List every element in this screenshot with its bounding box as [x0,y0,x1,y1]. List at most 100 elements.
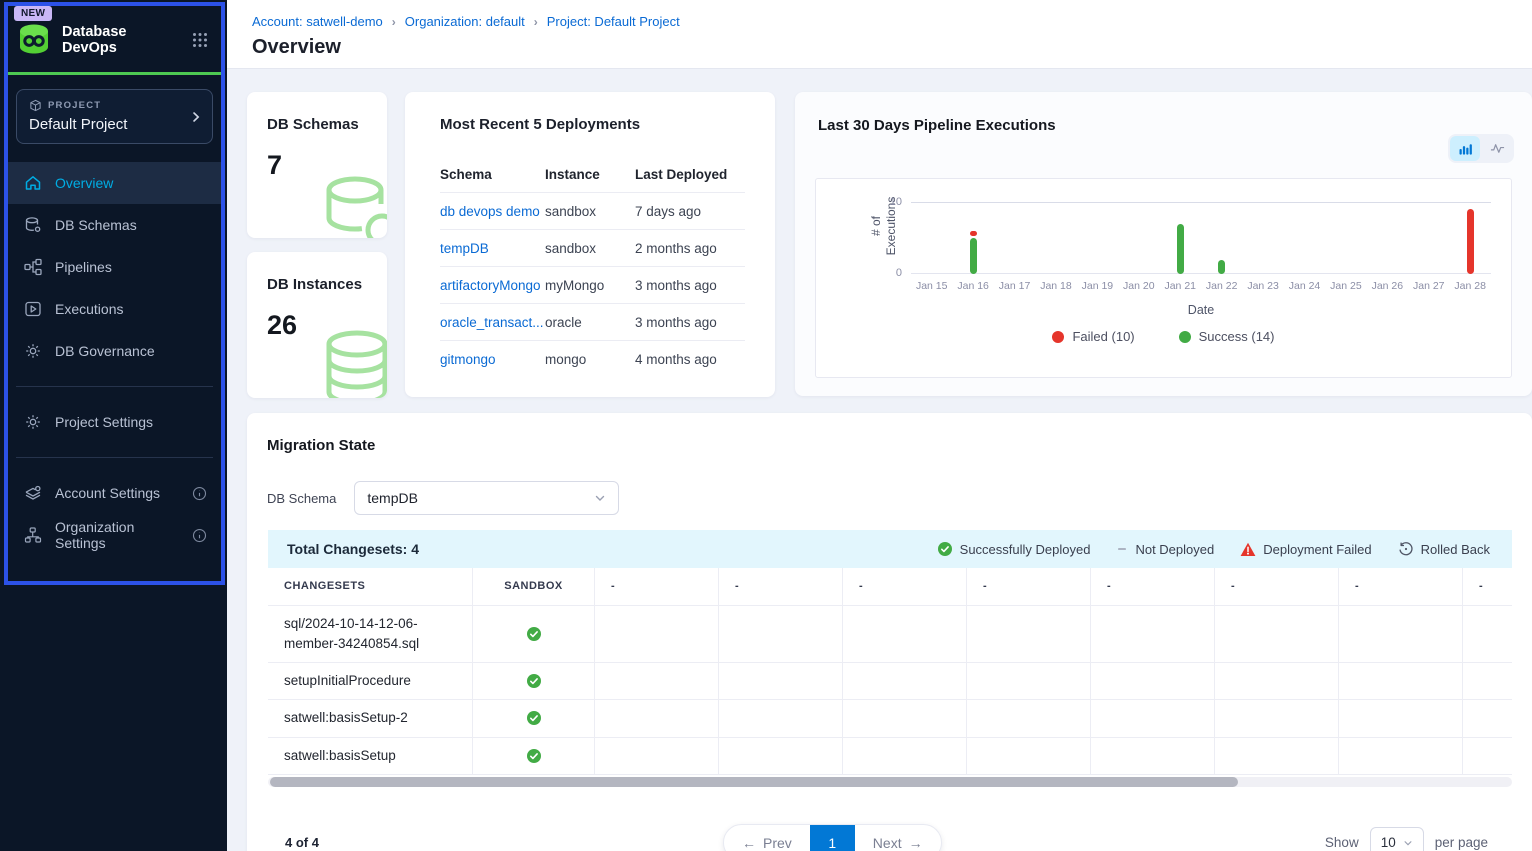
changesets-table: CHANGESETSSANDBOX--------sql/2024-10-14-… [268,568,1512,775]
schema-link[interactable]: oracle_transact... [440,315,545,330]
sidebar-item-label: Pipelines [55,259,112,275]
empty-status-cell [1091,606,1215,663]
total-changesets-label: Total Changesets: 4 [287,541,419,557]
line-chart-toggle-icon[interactable] [1482,136,1512,161]
breadcrumb-link[interactable]: Organization: default [405,14,525,29]
last-deployed-cell: 7 days ago [635,204,745,219]
chart-column-jan-17 [994,202,1035,274]
success-bar[interactable] [1177,224,1184,274]
last-deployed-cell: 3 months ago [635,315,745,330]
status-legend-label: Deployment Failed [1263,542,1371,557]
schema-link[interactable]: tempDB [440,241,545,256]
breadcrumb-link[interactable]: Project: Default Project [547,14,680,29]
pipelines-icon [24,258,42,276]
warning-triangle-icon [1240,542,1256,557]
y-tick: 0 [878,267,902,279]
chart-column-jan-22 [1201,202,1242,274]
migration-heading: Migration State [267,437,375,454]
status-legend-item: Deployment Failed [1240,541,1371,557]
sandbox-status-cell [473,738,595,774]
chart-legend: Failed (10) Success (14) [816,329,1511,344]
page-1-button[interactable]: 1 [810,825,855,851]
sidebar-divider [16,457,213,458]
chart-column-jan-16 [952,202,993,274]
bar-chart-toggle-icon[interactable] [1450,136,1480,161]
chart-column-jan-25 [1325,202,1366,274]
scrollbar-thumb[interactable] [270,777,1238,787]
db-instances-card[interactable]: DB Instances 26 [247,252,387,398]
empty-status-cell [1463,738,1512,774]
empty-status-cell [1215,700,1339,736]
success-bar[interactable] [970,238,977,274]
sidebar-item-overview[interactable]: Overview [8,162,221,204]
project-selector[interactable]: PROJECT Default Project [16,89,213,144]
sidebar-divider [16,386,213,387]
x-tick-label: Jan 19 [1077,280,1118,292]
changesets-table-viewport: CHANGESETSSANDBOX--------sql/2024-10-14-… [268,568,1512,775]
sidebar-item-label: Overview [55,175,113,191]
last-deployed-cell: 4 months ago [635,352,745,367]
legend-item[interactable]: Success (14) [1179,329,1275,344]
schema-link[interactable]: db devops demo [440,204,545,219]
sidebar-item-organization-settings[interactable]: Organization Settings [8,514,221,556]
play-box-icon [24,300,42,318]
next-page-button[interactable]: Next → [855,825,941,851]
instance-cell: mongo [545,352,635,367]
empty-status-cell [719,738,843,774]
sidebar-item-account-settings[interactable]: Account Settings [8,472,221,514]
sidebar-item-db-governance[interactable]: DB Governance [8,330,221,372]
column-header: - [843,568,967,605]
horizontal-scrollbar[interactable] [268,777,1512,787]
schema-link[interactable]: artifactoryMongo [440,278,545,293]
empty-status-cell [1339,738,1463,774]
failed-bar[interactable] [970,231,977,236]
failed-bar[interactable] [1467,209,1474,274]
check-circle-icon [526,626,542,642]
sidebar-item-label: DB Governance [55,343,155,359]
empty-status-cell [1215,606,1339,663]
empty-status-cell [719,606,843,663]
empty-status-cell [595,663,719,699]
changeset-name-cell: satwell:basisSetup [268,738,473,774]
check-circle-icon [526,710,542,726]
chart-column-jan-19 [1077,202,1118,274]
sidebar-item-pipelines[interactable]: Pipelines [8,246,221,288]
db-schema-select[interactable]: tempDB [354,481,619,515]
per-page-label: per page [1435,835,1488,850]
empty-status-cell [1215,663,1339,699]
empty-status-cell [843,663,967,699]
empty-status-cell [967,606,1091,663]
prev-page-button[interactable]: ← Prev [724,825,810,851]
page-size-select[interactable]: 10 [1370,827,1424,851]
sidebar-item-project-settings[interactable]: Project Settings [8,401,221,443]
project-selector-value: Default Project [29,116,202,133]
sidebar-item-db-schemas[interactable]: DB Schemas [8,204,221,246]
arrow-left-icon: ← [742,835,756,851]
status-legend-label: Successfully Deployed [960,542,1091,557]
success-bar[interactable] [1218,260,1225,274]
empty-status-cell [967,700,1091,736]
info-icon[interactable] [192,528,207,543]
chart-column-jan-18 [1035,202,1076,274]
layers-gear-icon [24,484,42,502]
instance-cell: sandbox [545,241,635,256]
deployment-row: artifactoryMongomyMongo3 months ago [440,267,745,304]
legend-item[interactable]: Failed (10) [1052,329,1134,344]
deployment-row: gitmongomongo4 months ago [440,341,745,378]
db-schemas-card[interactable]: DB Schemas 7 [247,92,387,238]
arrow-right-icon: → [909,835,923,851]
changeset-name-cell: sql/2024-10-14-12-06-member-34240854.sql [268,606,473,663]
breadcrumb-link[interactable]: Account: satwell-demo [252,14,383,29]
chart-title: Last 30 Days Pipeline Executions [818,117,1056,134]
sidebar-item-executions[interactable]: Executions [8,288,221,330]
schema-link[interactable]: gitmongo [440,352,545,367]
column-header: Schema [440,167,545,182]
empty-status-cell [595,606,719,663]
x-tick-label: Jan 16 [952,280,993,292]
column-header: - [595,568,719,605]
empty-status-cell [595,700,719,736]
app-grid-icon[interactable] [191,31,209,49]
last-deployed-cell: 3 months ago [635,278,745,293]
page-header: Account: satwell-demo›Organization: defa… [227,0,1532,69]
info-icon[interactable] [192,486,207,501]
